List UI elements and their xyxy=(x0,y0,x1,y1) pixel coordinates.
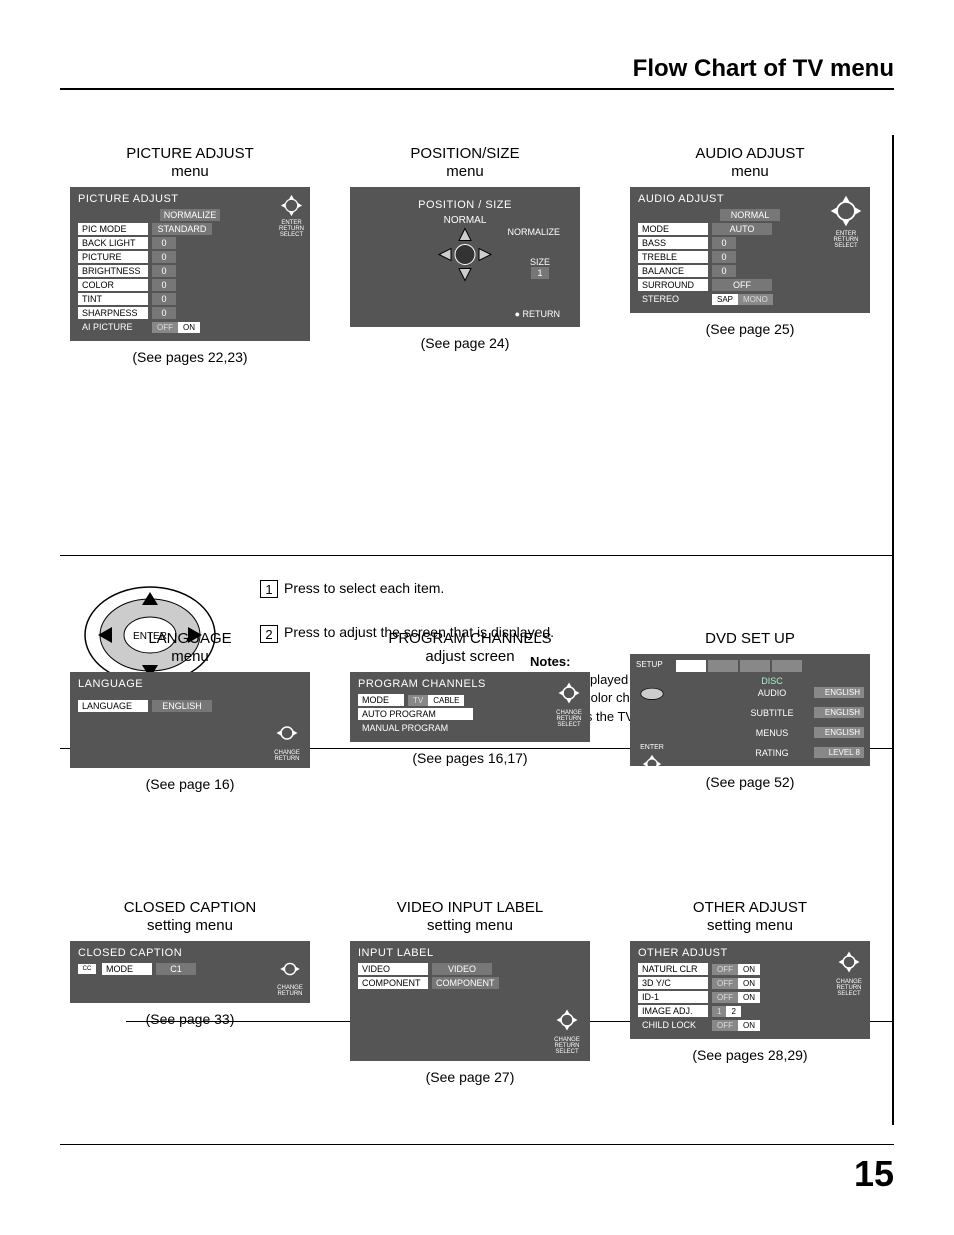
panel-heading: PROGRAM CHANNELS adjust screen xyxy=(350,630,590,666)
panel-heading: PICTURE ADJUST menu xyxy=(70,145,310,181)
panel-heading: POSITION/SIZE menu xyxy=(350,145,580,181)
ai-picture-toggle: OFFON xyxy=(152,322,200,333)
audio-adjust-panel: AUDIO ADJUST menu AUDIO ADJUST NORMAL MO… xyxy=(630,145,870,337)
video-input-label-panel: VIDEO INPUT LABEL setting menu INPUT LAB… xyxy=(350,899,590,1085)
nav-pad-icon: ENTER RETURN SELECT xyxy=(828,193,864,249)
dvd-setup-osd: SETUP ENTER RETURN DISC AUDIOENGLISH SUB… xyxy=(630,654,870,766)
other-adjust-panel: OTHER ADJUST setting menu OTHER ADJUST N… xyxy=(630,899,870,1063)
dvd-setup-panel: DVD SET UP SETUP ENTER RETURN DISC AUDIO… xyxy=(630,630,870,790)
nav-pad-icon: CHANGE RETURN xyxy=(272,718,302,762)
tab-icon xyxy=(772,660,802,672)
panel-heading: OTHER ADJUST setting menu xyxy=(630,899,870,935)
see-page-ref: (See pages 28,29) xyxy=(630,1047,870,1063)
see-page-ref: (See pages 16,17) xyxy=(350,750,590,766)
see-page-ref: (See page 24) xyxy=(350,335,580,351)
divider xyxy=(60,555,892,556)
page-title: Flow Chart of TV menu xyxy=(633,55,894,83)
see-page-ref: (See page 16) xyxy=(70,776,310,792)
input-label-osd: INPUT LABEL VIDEOVIDEO COMPONENTCOMPONEN… xyxy=(350,941,590,1061)
nav-pad-icon: CHANGE RETURN SELECT xyxy=(834,947,864,997)
program-channels-panel: PROGRAM CHANNELS adjust screen PROGRAM C… xyxy=(350,630,590,766)
position-size-panel: POSITION/SIZE menu POSITION / SIZE NORMA… xyxy=(350,145,580,351)
dvd-side-controls: ENTER RETURN xyxy=(634,684,670,786)
panel-heading: DVD SET UP xyxy=(630,630,870,648)
see-page-ref: (See page 25) xyxy=(630,321,870,337)
tab-icon xyxy=(708,660,738,672)
language-panel: LANGUAGE menu LANGUAGE LANGUAGEENGLISH C… xyxy=(70,630,310,792)
nav-cross-icon xyxy=(435,225,495,290)
closed-caption-osd: CLOSED CAPTION CCMODEC1 CHANGE RETURN xyxy=(70,941,310,1003)
panel-heading: AUDIO ADJUST menu xyxy=(630,145,870,181)
tab-icon xyxy=(676,660,706,672)
nav-pad-icon: ENTER RETURN SELECT xyxy=(279,193,304,238)
see-page-ref: (See page 27) xyxy=(350,1069,590,1085)
panel-heading: VIDEO INPUT LABEL setting menu xyxy=(350,899,590,935)
closed-caption-panel: CLOSED CAPTION setting menu CLOSED CAPTI… xyxy=(70,899,310,1027)
language-osd: LANGUAGE LANGUAGEENGLISH CHANGE RETURN xyxy=(70,672,310,768)
title-rule xyxy=(60,88,894,90)
nav-pad-icon: CHANGE RETURN SELECT xyxy=(552,1005,582,1055)
panel-heading: CLOSED CAPTION setting menu xyxy=(70,899,310,935)
normalize-badge: NORMALIZE xyxy=(160,209,221,221)
osd-title: PICTURE ADJUST xyxy=(78,193,302,205)
cc-icon: CC xyxy=(78,964,96,974)
see-page-ref: (See page 33) xyxy=(70,1011,310,1027)
osd-title: POSITION / SIZE xyxy=(362,199,568,211)
tab-icon xyxy=(740,660,770,672)
nav-pad-icon: CHANGE RETURN xyxy=(276,955,304,997)
picture-adjust-osd: PICTURE ADJUST NORMALIZE PIC MODESTANDAR… xyxy=(70,187,310,341)
bottom-rule xyxy=(60,1144,894,1145)
other-adjust-osd: OTHER ADJUST NATURL CLROFFON 3D Y/COFFON… xyxy=(630,941,870,1039)
panel-heading: LANGUAGE menu xyxy=(70,630,310,666)
see-page-ref: (See pages 22,23) xyxy=(70,349,310,365)
step-number: 1 xyxy=(260,580,278,598)
page-number: 15 xyxy=(854,1153,894,1195)
dvd-tabs xyxy=(676,660,864,672)
audio-adjust-osd: AUDIO ADJUST NORMAL MODEAUTO BASS0 TREBL… xyxy=(630,187,870,313)
nav-pad-icon: CHANGE RETURN SELECT xyxy=(554,678,584,728)
position-size-osd: POSITION / SIZE NORMAL NORMALIZE SIZE 1 … xyxy=(350,187,580,327)
picture-adjust-panel: PICTURE ADJUST menu PICTURE ADJUST NORMA… xyxy=(70,145,310,365)
content-frame: PICTURE ADJUST menu PICTURE ADJUST NORMA… xyxy=(60,135,894,1125)
program-channels-osd: PROGRAM CHANNELS MODE TVCABLE AUTO PROGR… xyxy=(350,672,590,742)
